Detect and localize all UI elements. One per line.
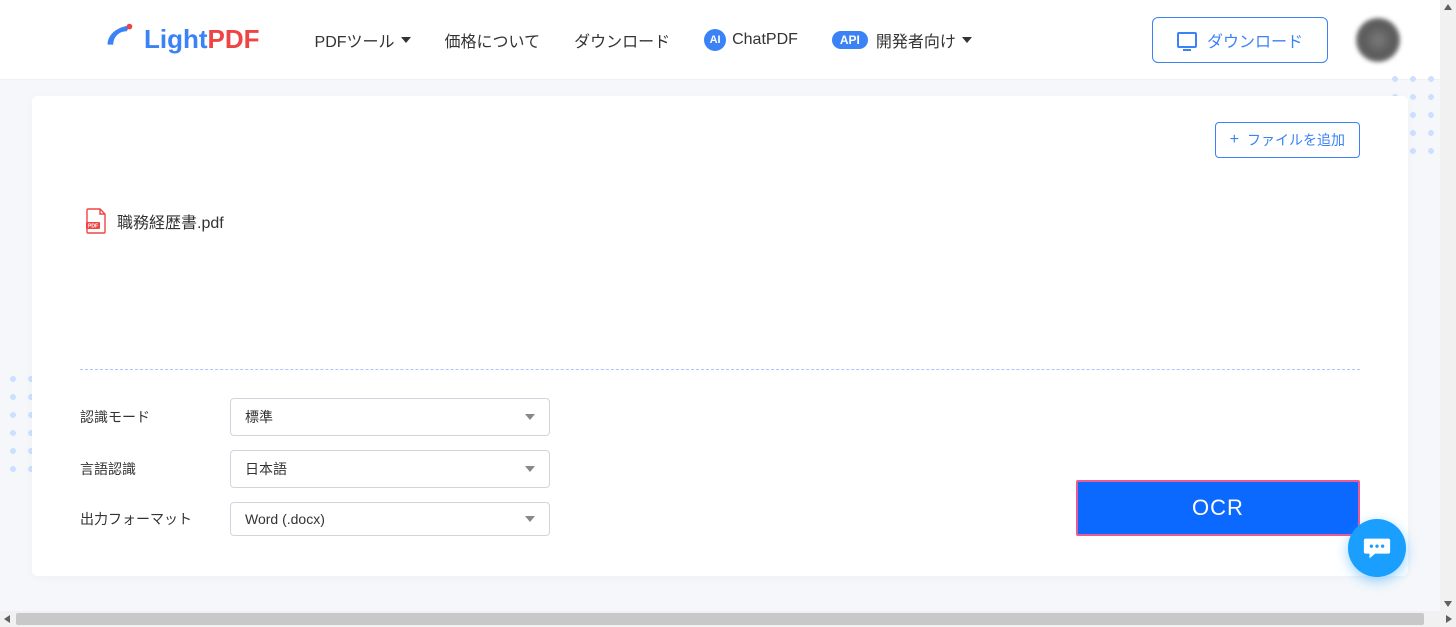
header: LightPDF PDFツール 価格について ダウンロード AI ChatPDF… (0, 0, 1440, 80)
scroll-right-icon[interactable] (1446, 615, 1452, 623)
chevron-down-icon (962, 37, 972, 43)
avatar[interactable] (1356, 18, 1400, 62)
plus-icon: + (1230, 132, 1239, 148)
scroll-left-icon[interactable] (4, 615, 10, 623)
nav-chatpdf-label: ChatPDF (732, 31, 798, 49)
add-file-label: ファイルを追加 (1247, 130, 1345, 150)
nav-pdf-tools[interactable]: PDFツール (315, 28, 411, 52)
header-right: ダウンロード (1152, 17, 1400, 63)
chevron-down-icon (401, 37, 411, 43)
logo-word-pdf: PDF (208, 24, 260, 54)
ocr-button[interactable]: OCR (1076, 480, 1360, 536)
nav-chatpdf[interactable]: AI ChatPDF (704, 29, 798, 51)
chat-bubble-button[interactable] (1348, 519, 1406, 577)
logo-word-light: Light (144, 24, 208, 54)
file-name: 職務経歴書.pdf (117, 209, 224, 233)
nav-pdf-tools-label: PDFツール (315, 28, 395, 52)
download-button-label: ダウンロード (1207, 28, 1303, 52)
mode-select[interactable]: 標準 (230, 398, 550, 436)
scrollbar-horizontal[interactable] (0, 611, 1456, 627)
nav-pricing-label: 価格について (445, 28, 541, 52)
logo-text: LightPDF (144, 24, 260, 55)
divider (80, 369, 1360, 370)
language-value: 日本語 (245, 459, 287, 479)
options-column: 認識モード 標準 言語認識 日本語 出力フォ (80, 398, 550, 536)
nav-developers-label: 開発者向け (876, 28, 956, 52)
format-label: 出力フォーマット (80, 509, 210, 529)
api-badge-icon: API (832, 31, 868, 49)
svg-text:PDF: PDF (88, 224, 98, 230)
ai-badge-icon: AI (704, 29, 726, 51)
logo-icon (100, 18, 138, 61)
main-nav: PDFツール 価格について ダウンロード AI ChatPDF API 開発者向… (315, 28, 972, 52)
mode-label: 認識モード (80, 407, 210, 427)
scroll-up-icon[interactable] (1444, 4, 1452, 10)
pdf-file-icon: PDF (85, 208, 107, 234)
format-select[interactable]: Word (.docx) (230, 502, 550, 536)
chevron-down-icon (525, 466, 535, 472)
nav-pricing[interactable]: 価格について (445, 28, 541, 52)
file-row[interactable]: PDF 職務経歴書.pdf (85, 208, 1360, 234)
download-button[interactable]: ダウンロード (1152, 17, 1328, 63)
scrollbar-vertical[interactable] (1440, 0, 1456, 611)
language-select[interactable]: 日本語 (230, 450, 550, 488)
ocr-card: + ファイルを追加 PDF 職務経歴書.pdf (32, 96, 1408, 576)
mode-value: 標準 (245, 407, 273, 427)
language-label: 言語認識 (80, 459, 210, 479)
format-value: Word (.docx) (245, 511, 325, 527)
chevron-down-icon (525, 414, 535, 420)
scroll-down-icon[interactable] (1444, 601, 1452, 607)
scroll-thumb-horizontal[interactable] (16, 613, 1424, 625)
nav-download-label: ダウンロード (574, 28, 670, 52)
logo[interactable]: LightPDF (100, 18, 260, 61)
main-content: + ファイルを追加 PDF 職務経歴書.pdf (0, 80, 1440, 576)
chat-icon (1362, 533, 1392, 563)
nav-developers[interactable]: API 開発者向け (832, 28, 972, 52)
nav-download[interactable]: ダウンロード (574, 28, 670, 52)
add-file-button[interactable]: + ファイルを追加 (1215, 122, 1360, 158)
chevron-down-icon (525, 516, 535, 522)
monitor-icon (1177, 32, 1197, 48)
